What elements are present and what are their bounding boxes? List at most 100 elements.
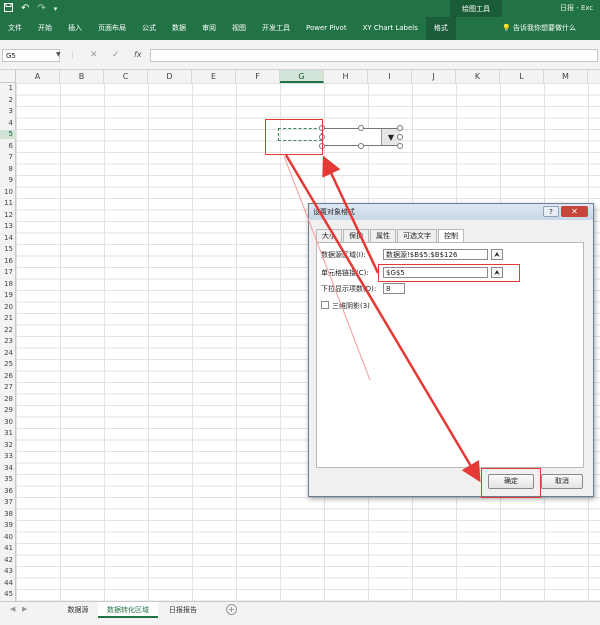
column-header[interactable]: E (192, 70, 236, 83)
row-header[interactable]: 36 (0, 487, 16, 496)
row-header[interactable]: 28 (0, 395, 16, 404)
dropdown-lines-field[interactable]: 8 (383, 283, 405, 294)
resize-handle[interactable] (397, 134, 403, 140)
row-header[interactable]: 40 (0, 533, 16, 542)
row-header[interactable]: 33 (0, 452, 16, 461)
tab-file[interactable]: 文件 (0, 17, 30, 40)
tab-format[interactable]: 格式 (425, 17, 456, 40)
undo-icon[interactable]: ↶ (21, 3, 29, 14)
row-header[interactable]: 14 (0, 234, 16, 243)
formula-input[interactable] (150, 49, 598, 62)
row-header[interactable]: 16 (0, 257, 16, 266)
column-header[interactable]: K (456, 70, 500, 83)
input-range-field[interactable]: 数据源!$B$5:$B$126 (383, 249, 488, 260)
customize-qat-icon[interactable]: ▾ (54, 5, 58, 13)
tell-me-search[interactable]: 💡 告诉我你想要做什么 (502, 17, 576, 40)
row-header[interactable]: 29 (0, 406, 16, 415)
cancel-icon[interactable]: ✕ (90, 50, 98, 60)
row-header[interactable]: 8 (0, 165, 16, 174)
row-header[interactable]: 35 (0, 475, 16, 484)
row-header[interactable]: 21 (0, 314, 16, 323)
save-icon[interactable] (4, 2, 13, 15)
close-button[interactable]: ✕ (561, 206, 588, 217)
tab-size[interactable]: 大小 (316, 229, 342, 242)
sheet-nav-arrows[interactable]: ◀ ▶ (10, 605, 27, 613)
row-header[interactable]: 26 (0, 372, 16, 381)
row-header[interactable]: 20 (0, 303, 16, 312)
sheet-tab-transform[interactable]: 数据转化区域 (98, 602, 158, 618)
row-header[interactable]: 17 (0, 268, 16, 277)
row-header[interactable]: 3 (0, 107, 16, 116)
row-header[interactable]: 24 (0, 349, 16, 358)
row-header[interactable]: 11 (0, 199, 16, 208)
tab-properties[interactable]: 属性 (370, 229, 396, 242)
tab-insert[interactable]: 插入 (60, 17, 90, 40)
row-header[interactable]: 30 (0, 418, 16, 427)
tab-data[interactable]: 数据 (164, 17, 194, 40)
row-header[interactable]: 23 (0, 337, 16, 346)
enter-icon[interactable]: ✓ (112, 50, 120, 60)
row-header[interactable]: 7 (0, 153, 16, 162)
row-header[interactable]: 32 (0, 441, 16, 450)
row-header[interactable]: 19 (0, 291, 16, 300)
row-header[interactable]: 45 (0, 590, 16, 599)
collapse-dialog-icon[interactable]: ⮝ (491, 249, 503, 260)
row-header[interactable]: 27 (0, 383, 16, 392)
row-header[interactable]: 22 (0, 326, 16, 335)
cancel-button[interactable]: 取消 (541, 474, 583, 489)
row-header[interactable]: 13 (0, 222, 16, 231)
column-header[interactable]: D (148, 70, 192, 83)
row-header[interactable]: 6 (0, 142, 16, 151)
column-header[interactable]: C (104, 70, 148, 83)
row-header[interactable]: 44 (0, 579, 16, 588)
select-all-corner[interactable] (0, 70, 16, 83)
column-header[interactable]: H (324, 70, 368, 83)
column-header[interactable]: G (280, 70, 324, 83)
column-header[interactable]: M (544, 70, 588, 83)
shading-3d-checkbox[interactable] (321, 301, 329, 309)
row-header[interactable]: 15 (0, 245, 16, 254)
row-header[interactable]: 1 (0, 84, 16, 93)
redo-icon[interactable]: ↷ (37, 3, 45, 14)
tab-home[interactable]: 开始 (30, 17, 60, 40)
row-header[interactable]: 42 (0, 556, 16, 565)
row-header[interactable]: 31 (0, 429, 16, 438)
sheet-tab-report[interactable]: 日报报告 (160, 602, 206, 618)
sheet-tab-source[interactable]: 数据源 (60, 602, 96, 618)
tab-control[interactable]: 控制 (438, 229, 464, 243)
row-header[interactable]: 12 (0, 211, 16, 220)
tab-xy-chart-labels[interactable]: XY Chart Labels (355, 17, 426, 40)
add-sheet-button[interactable]: + (226, 604, 237, 615)
row-header[interactable]: 41 (0, 544, 16, 553)
row-header[interactable]: 4 (0, 119, 16, 128)
tab-view[interactable]: 视图 (224, 17, 254, 40)
row-header[interactable]: 9 (0, 176, 16, 185)
column-header[interactable]: B (60, 70, 104, 83)
tab-alt-text[interactable]: 可选文字 (397, 229, 437, 242)
tab-power-pivot[interactable]: Power Pivot (298, 17, 355, 40)
tab-formulas[interactable]: 公式 (134, 17, 164, 40)
chevron-down-icon[interactable]: ▼ (56, 51, 61, 58)
column-header[interactable]: A (16, 70, 60, 83)
resize-handle[interactable] (358, 143, 364, 149)
tab-developer[interactable]: 开发工具 (254, 17, 298, 40)
column-header[interactable]: I (368, 70, 412, 83)
row-header[interactable]: 10 (0, 188, 16, 197)
tab-page-layout[interactable]: 页面布局 (90, 17, 134, 40)
row-header[interactable]: 5 (0, 130, 16, 140)
row-header[interactable]: 34 (0, 464, 16, 473)
tab-review[interactable]: 审阅 (194, 17, 224, 40)
name-box[interactable]: G5 (2, 49, 60, 62)
column-header[interactable]: J (412, 70, 456, 83)
column-header[interactable]: L (500, 70, 544, 83)
column-header[interactable]: F (236, 70, 280, 83)
row-header[interactable]: 43 (0, 567, 16, 576)
row-header[interactable]: 2 (0, 96, 16, 105)
resize-handle[interactable] (358, 125, 364, 131)
tab-protection[interactable]: 保护 (343, 229, 369, 242)
row-header[interactable]: 18 (0, 280, 16, 289)
row-header[interactable]: 39 (0, 521, 16, 530)
row-header[interactable]: 38 (0, 510, 16, 519)
resize-handle[interactable] (397, 143, 403, 149)
row-header[interactable]: 25 (0, 360, 16, 369)
